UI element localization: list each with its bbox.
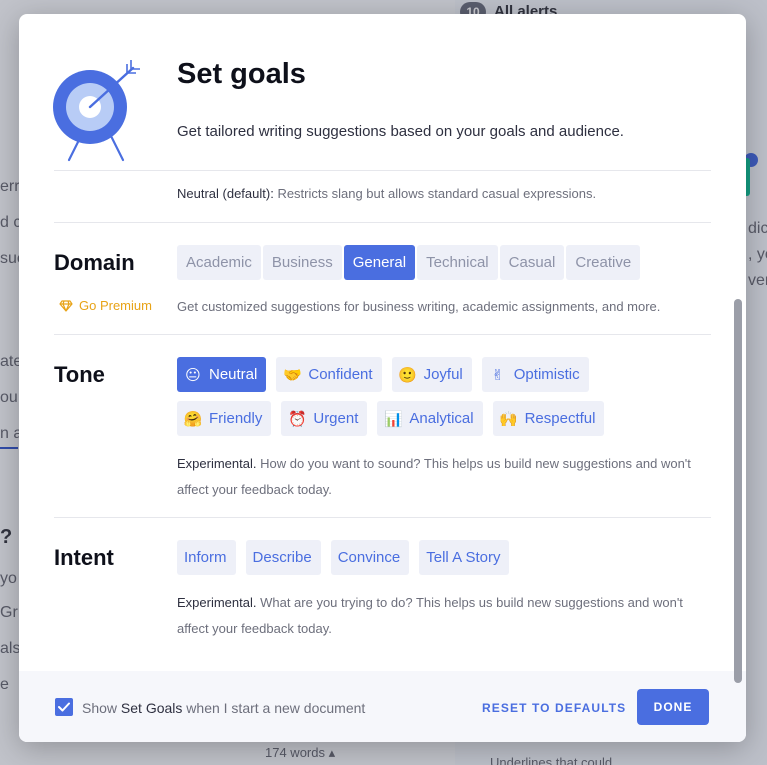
go-premium-link[interactable]: Go Premium [59,298,152,313]
divider [54,222,711,223]
tone-option-friendly[interactable]: 🤗 Friendly [177,401,272,436]
formality-info: Neutral (default): Restricts slang but a… [177,181,707,207]
domain-options: Academic Business General Technical Casu… [177,245,641,280]
set-goals-dialog: Set goals Get tailored writing suggestio… [19,14,746,742]
go-premium-label: Go Premium [79,298,152,313]
intent-options: Inform Describe Convince Tell A Story [177,540,510,575]
show-set-goals-label[interactable]: Show Set Goals when I start a new docume… [82,700,365,716]
intent-title: Intent [54,545,114,570]
intent-option-describe[interactable]: Describe [245,540,321,575]
tone-label: Analytical [409,410,474,427]
tone-label: Friendly [209,410,263,427]
neutral-face-icon: 😐 [185,366,201,384]
domain-info: Get customized suggestions for business … [177,299,661,314]
checkbox-label-prefix: Show [82,700,121,716]
scrollbar-thumb[interactable] [734,299,742,683]
tone-options-row-1: 😐 Neutral 🤝 Confident 🙂 Joyful ✌ Optimistic [177,357,589,392]
tone-option-confident[interactable]: 🤝 Confident [276,357,382,392]
domain-title: Domain [54,250,135,275]
bar-chart-icon: 📊 [384,410,403,428]
checkbox-label-strong: Set Goals [120,700,183,716]
tone-option-urgent[interactable]: ⏰ Urgent [281,401,368,436]
tone-label: Neutral [209,366,258,383]
show-set-goals-checkbox[interactable] [55,698,73,716]
reset-to-defaults-button[interactable]: RESET TO DEFAULTS [482,701,626,715]
victory-hand-icon: ✌ [491,366,505,384]
divider [54,334,711,335]
tone-label: Optimistic [513,366,580,383]
domain-option-technical[interactable]: Technical [417,245,498,280]
formality-info-label: Neutral (default): [177,186,274,201]
domain-option-general[interactable]: General [343,245,416,280]
dialog-subtitle: Get tailored writing suggestions based o… [177,123,624,140]
raised-hands-icon: 🙌 [499,410,518,428]
tone-info: Experimental. How do you want to sound? … [177,451,707,503]
divider [54,170,711,171]
tone-label: Urgent [313,410,359,427]
tone-label: Respectful [524,410,596,427]
smiling-face-icon: 🙂 [398,366,417,384]
tone-label: Joyful [423,366,463,383]
tone-info-label: Experimental. [177,456,257,471]
checkbox-label-suffix: when I start a new document [182,700,366,716]
hugging-face-icon: 🤗 [183,410,203,428]
diamond-icon [59,299,73,312]
checkmark-icon [58,702,70,712]
tone-title: Tone [54,362,105,387]
formality-info-text: Restricts slang but allows standard casu… [273,186,597,201]
tone-option-analytical[interactable]: 📊 Analytical [377,401,483,436]
domain-option-business[interactable]: Business [262,245,342,280]
divider [54,517,711,518]
tone-option-joyful[interactable]: 🙂 Joyful [391,357,472,392]
domain-option-casual[interactable]: Casual [499,245,565,280]
tone-option-neutral[interactable]: 😐 Neutral [177,357,267,392]
domain-option-academic[interactable]: Academic [177,245,261,280]
intent-option-convince[interactable]: Convince [330,540,410,575]
done-button[interactable]: DONE [637,689,709,725]
intent-option-inform[interactable]: Inform [177,540,236,575]
tone-options-row-2: 🤗 Friendly ⏰ Urgent 📊 Analytical 🙌 Respectfu… [177,401,605,436]
target-icon [53,60,140,162]
tone-option-respectful[interactable]: 🙌 Respectful [492,401,605,436]
tone-label: Confident [308,366,373,383]
handshake-icon: 🤝 [283,366,302,384]
intent-info-label: Experimental. [177,595,257,610]
domain-option-creative[interactable]: Creative [566,245,641,280]
alarm-clock-icon: ⏰ [288,410,307,428]
tone-option-optimistic[interactable]: ✌ Optimistic [481,357,589,392]
dialog-title: Set goals [177,58,306,90]
intent-info: Experimental. What are you trying to do?… [177,590,707,642]
intent-option-tell-a-story[interactable]: Tell A Story [419,540,510,575]
